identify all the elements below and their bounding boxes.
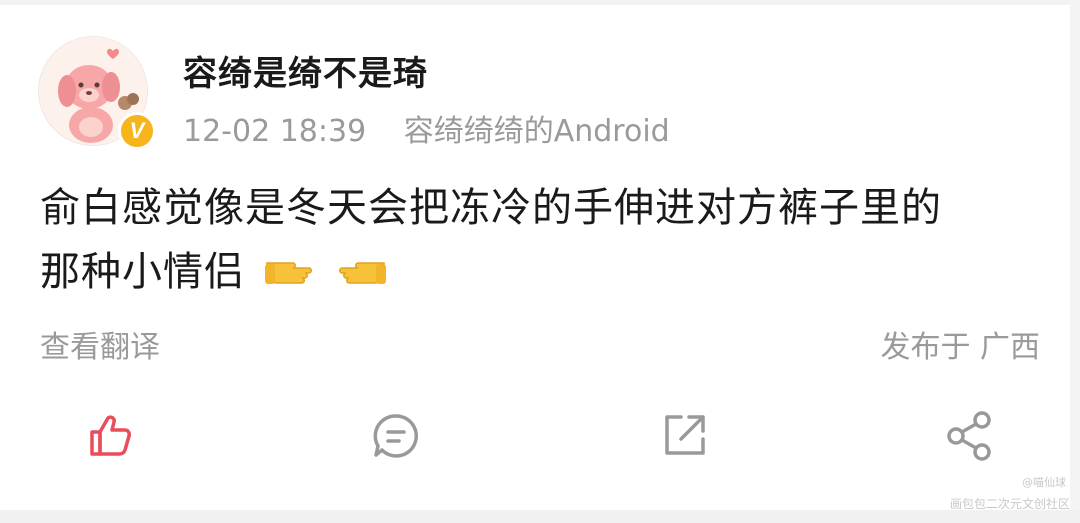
post-meta: 12-02 18:39 容绮绮绮的Android bbox=[183, 106, 670, 150]
like-button[interactable] bbox=[84, 410, 136, 462]
share-external-icon bbox=[665, 415, 705, 455]
share-nodes-icon bbox=[947, 411, 991, 461]
post-content-line2: 那种小情侣 bbox=[40, 240, 1040, 306]
translate-link[interactable]: 查看翻译 bbox=[40, 322, 160, 366]
verified-badge-icon: V bbox=[118, 112, 156, 150]
post-content: 俞白感觉像是冬天会把冻冷的手伸进对方裤子里的 那种小情侣 bbox=[40, 176, 1040, 306]
avatar-container[interactable]: V bbox=[38, 36, 156, 150]
bottom-separator bbox=[0, 510, 1080, 523]
post-content-line1: 俞白感觉像是冬天会把冻冷的手伸进对方裤子里的 bbox=[40, 185, 942, 231]
pointing-left-hand-icon bbox=[334, 242, 388, 306]
thumbs-up-icon bbox=[90, 415, 131, 456]
post-timestamp: 12-02 18:39 bbox=[183, 114, 367, 149]
pointing-right-hand-icon bbox=[263, 242, 317, 306]
share-button[interactable] bbox=[944, 410, 996, 462]
right-edge bbox=[1070, 0, 1080, 523]
comment-button[interactable] bbox=[370, 410, 422, 462]
post-content-line2-text: 那种小情侣 bbox=[40, 249, 245, 295]
username[interactable]: 容绮是绮不是琦 bbox=[183, 46, 428, 95]
post-location: 发布于 广西 bbox=[880, 330, 1040, 365]
post-source: 容绮绮绮的Android bbox=[403, 114, 670, 149]
watermark-user: @喵仙球 bbox=[1022, 476, 1066, 489]
watermark-site: 画包包二次元文创社区 bbox=[949, 497, 1070, 511]
repost-button[interactable] bbox=[658, 410, 710, 462]
comment-icon bbox=[373, 414, 419, 458]
